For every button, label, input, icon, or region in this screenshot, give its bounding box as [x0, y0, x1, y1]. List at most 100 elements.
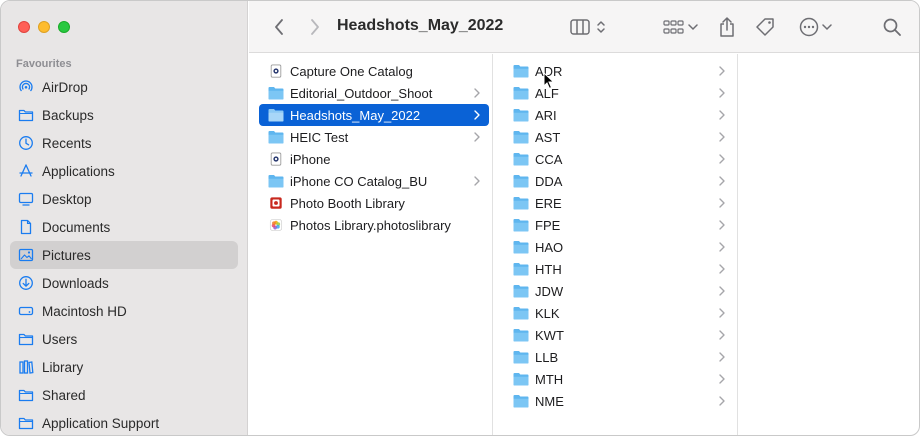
sidebar-item-label: Backups: [42, 107, 94, 123]
file-name: Photos Library.photoslibrary: [290, 217, 451, 233]
group-by-button[interactable]: [659, 14, 701, 40]
back-button[interactable]: [269, 14, 289, 40]
folder-icon: [513, 327, 529, 343]
sidebar-item-label: Downloads: [42, 275, 109, 291]
chevron-right-icon: [718, 263, 726, 275]
sidebar-item-library[interactable]: Library: [10, 353, 238, 381]
sidebar-item-users[interactable]: Users: [10, 325, 238, 353]
chevron-right-icon: [718, 197, 726, 209]
folder-row-ere[interactable]: ERE: [504, 192, 734, 214]
sidebar-item-label: Macintosh HD: [42, 303, 127, 319]
chevron-right-icon: [718, 87, 726, 99]
folder-row-hao[interactable]: HAO: [504, 236, 734, 258]
folder-row-hth[interactable]: HTH: [504, 258, 734, 280]
sidebar-item-label: Users: [42, 331, 78, 347]
folder-row-dda[interactable]: DDA: [504, 170, 734, 192]
chevron-right-icon: [718, 285, 726, 297]
file-row-photo-booth-library[interactable]: Photo Booth Library: [259, 192, 489, 214]
clock-icon: [18, 135, 34, 151]
sidebar-item-macintosh-hd[interactable]: Macintosh HD: [10, 297, 238, 325]
sidebar-item-label: Recents: [42, 135, 92, 151]
folder-icon: [513, 195, 529, 211]
folder-name: FPE: [535, 217, 561, 233]
chevron-right-icon: [473, 175, 481, 187]
sidebar-item-pictures[interactable]: Pictures: [10, 241, 238, 269]
file-row-capture-one-catalog[interactable]: Capture One Catalog: [259, 60, 489, 82]
chevron-right-icon: [473, 87, 481, 99]
browser-column-3[interactable]: [739, 54, 919, 435]
sidebar-item-backups[interactable]: Backups: [10, 101, 238, 129]
sidebar-item-label: Pictures: [42, 247, 91, 263]
folder-name: HAO: [535, 239, 564, 255]
search-button[interactable]: [881, 14, 903, 40]
sidebar-item-label: Shared: [42, 387, 86, 403]
file-name: HEIC Test: [290, 129, 349, 145]
file-row-iphone[interactable]: iPhone: [259, 148, 489, 170]
chevron-right-icon: [718, 219, 726, 231]
view-mode-button[interactable]: [567, 14, 609, 40]
sidebar-item-applications[interactable]: Applications: [10, 157, 238, 185]
folder-row-cca[interactable]: CCA: [504, 148, 734, 170]
action-menu-button[interactable]: [795, 14, 835, 40]
folder-icon: [513, 371, 529, 387]
chevron-right-icon: [718, 131, 726, 143]
folder-row-fpe[interactable]: FPE: [504, 214, 734, 236]
zoom-window-button[interactable]: [58, 21, 70, 33]
folder-name: LLB: [535, 349, 559, 365]
folder-icon: [18, 107, 34, 123]
file-row-editorial-outdoor-shoot[interactable]: Editorial_Outdoor_Shoot: [259, 82, 489, 104]
folder-row-nme[interactable]: NME: [504, 390, 734, 412]
folder-row-ari[interactable]: ARI: [504, 104, 734, 126]
folder-icon: [268, 107, 284, 123]
chevron-down-icon: [821, 24, 832, 31]
window-controls: [18, 21, 70, 33]
folder-row-ast[interactable]: AST: [504, 126, 734, 148]
photos-icon: [268, 217, 284, 233]
chevron-right-icon: [311, 19, 319, 35]
browser-column-2[interactable]: ADR ALF ARI AST CCA DDA ERE FPE HAO HTH JDW KLK KWT L…: [501, 54, 738, 435]
folder-name: AST: [535, 129, 561, 145]
sidebar-item-desktop[interactable]: Desktop: [10, 185, 238, 213]
sidebar-item-documents[interactable]: Documents: [10, 213, 238, 241]
browser-column-1[interactable]: Capture One Catalog Editorial_Outdoor_Sho…: [256, 54, 493, 435]
file-name: Photo Booth Library: [290, 195, 405, 211]
file-row-headshots-may-2022[interactable]: Headshots_May_2022: [259, 104, 489, 126]
sidebar-item-application-support[interactable]: Application Support: [10, 409, 238, 435]
sidebar-item-shared[interactable]: Shared: [10, 381, 238, 409]
chevron-right-icon: [718, 153, 726, 165]
folder-row-kwt[interactable]: KWT: [504, 324, 734, 346]
file-row-iphone-co-catalog-bu[interactable]: iPhone CO Catalog_BU: [259, 170, 489, 192]
folder-icon: [268, 173, 284, 189]
folder-name: ARI: [535, 107, 557, 123]
file-row-heic-test[interactable]: HEIC Test: [259, 126, 489, 148]
sidebar-item-recents[interactable]: Recents: [10, 129, 238, 157]
file-name: iPhone: [290, 151, 331, 167]
share-button[interactable]: [715, 14, 739, 40]
folder-icon: [513, 217, 529, 233]
folder-row-llb[interactable]: LLB: [504, 346, 734, 368]
folder-icon: [513, 129, 529, 145]
close-window-button[interactable]: [18, 21, 30, 33]
pictures-icon: [18, 247, 34, 263]
minimize-window-button[interactable]: [38, 21, 50, 33]
download-icon: [18, 275, 34, 291]
folder-row-jdw[interactable]: JDW: [504, 280, 734, 302]
folder-icon: [513, 261, 529, 277]
chevron-right-icon: [718, 351, 726, 363]
up-down-chevron-icon: [597, 21, 605, 33]
folder-row-adr[interactable]: ADR: [504, 60, 734, 82]
search-icon: [883, 18, 901, 36]
sidebar-item-airdrop[interactable]: AirDrop: [10, 73, 238, 101]
folder-row-klk[interactable]: KLK: [504, 302, 734, 324]
folder-row-alf[interactable]: ALF: [504, 82, 734, 104]
folder-icon: [268, 85, 284, 101]
tags-button[interactable]: [753, 14, 777, 40]
folder-name: ERE: [535, 195, 562, 211]
folder-row-mth[interactable]: MTH: [504, 368, 734, 390]
photobooth-icon: [268, 195, 284, 211]
file-row-photos-library-photoslibrary[interactable]: Photos Library.photoslibrary: [259, 214, 489, 236]
sidebar-item-downloads[interactable]: Downloads: [10, 269, 238, 297]
window-title: Headshots_May_2022: [337, 17, 504, 34]
folder-name: KLK: [535, 305, 560, 321]
forward-button[interactable]: [305, 14, 325, 40]
